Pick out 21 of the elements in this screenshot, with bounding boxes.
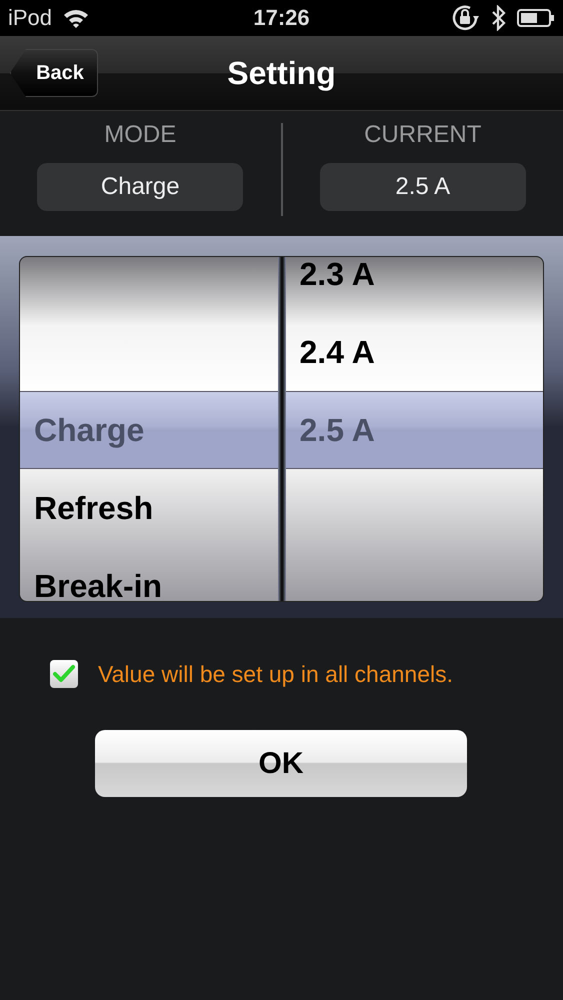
picker-option[interactable]: Break-in <box>20 547 278 601</box>
field-label: CURRENT <box>364 121 482 149</box>
value-display: Charge <box>37 163 244 211</box>
ok-button[interactable]: OK <box>95 730 467 797</box>
field-label: MODE <box>104 121 176 149</box>
carrier-label: iPod <box>8 5 52 31</box>
value-display: 2.5 A <box>320 163 526 211</box>
checkbox[interactable] <box>50 660 78 688</box>
rotation-lock-icon <box>451 4 481 32</box>
picker-option[interactable]: 2.3 A <box>286 257 543 313</box>
bluetooth-icon <box>491 5 507 31</box>
picker-wheel[interactable]: Charge Refresh Break-in <box>20 257 278 601</box>
picker-option[interactable]: Refresh <box>20 469 278 547</box>
clock-time: 17:26 <box>253 5 310 31</box>
page-title: Setting <box>227 54 336 92</box>
battery-icon <box>517 9 555 27</box>
back-button[interactable]: Back <box>10 49 98 97</box>
checkbox-label: Value will be set up in all channels. <box>98 660 454 688</box>
picker-option[interactable]: 2.4 A <box>286 313 543 391</box>
wifi-icon <box>62 7 90 29</box>
picker-wheel[interactable]: 2.3 A 2.4 A 2.5 A <box>286 257 543 601</box>
